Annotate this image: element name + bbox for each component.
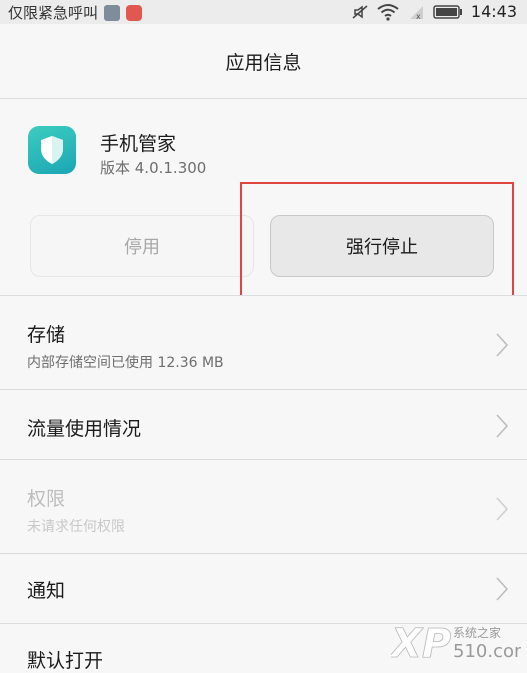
row-subtitle: 未请求任何权限: [27, 519, 125, 535]
settings-row-data-usage[interactable]: 流量使用情况: [0, 389, 527, 459]
status-bar: 仅限紧急呼叫 x 14:43: [0, 0, 527, 24]
svg-text:系统之家: 系统之家: [453, 625, 501, 640]
weibo-notification-icon: [126, 4, 143, 21]
row-title: 流量使用情况: [27, 418, 142, 440]
chevron-right-icon: [496, 333, 509, 357]
app-name: 手机管家: [100, 133, 177, 155]
settings-row-storage[interactable]: 存储 内部存储空间已使用 12.36 MB: [0, 295, 527, 389]
row-title: 存储: [27, 324, 66, 346]
svg-text:510.com: 510.com: [453, 641, 521, 662]
row-title: 通知: [27, 580, 66, 602]
row-subtitle: 内部存储空间已使用 12.36 MB: [27, 355, 224, 371]
row-title: 默认打开: [27, 650, 104, 672]
settings-row-notifications[interactable]: 通知: [0, 553, 527, 623]
mute-icon: [352, 4, 368, 19]
row-title: 权限: [27, 488, 66, 510]
svg-text:XP: XP: [391, 621, 451, 665]
no-signal-icon: x: [409, 5, 423, 21]
watermark-logo: XP 系统之家 510.com: [388, 619, 527, 669]
highlight-box: [240, 182, 514, 306]
page-title: 应用信息: [225, 51, 302, 74]
chevron-right-icon: [496, 577, 509, 601]
gallery-notification-icon: [104, 4, 121, 21]
disable-button[interactable]: 停用: [30, 215, 254, 277]
wifi-icon: [377, 3, 399, 21]
shield-icon: [41, 136, 63, 164]
clock: 14:43: [470, 2, 517, 21]
app-version: 版本 4.0.1.300: [100, 159, 207, 177]
settings-row-permissions: 权限 未请求任何权限: [0, 459, 527, 553]
carrier-text: 仅限紧急呼叫: [8, 4, 99, 22]
chevron-right-icon: [496, 497, 509, 521]
title-bar: 应用信息: [0, 24, 527, 99]
battery-icon: [433, 4, 462, 19]
chevron-right-icon: [496, 414, 509, 438]
app-icon: [28, 126, 76, 174]
svg-text:x: x: [416, 12, 421, 21]
